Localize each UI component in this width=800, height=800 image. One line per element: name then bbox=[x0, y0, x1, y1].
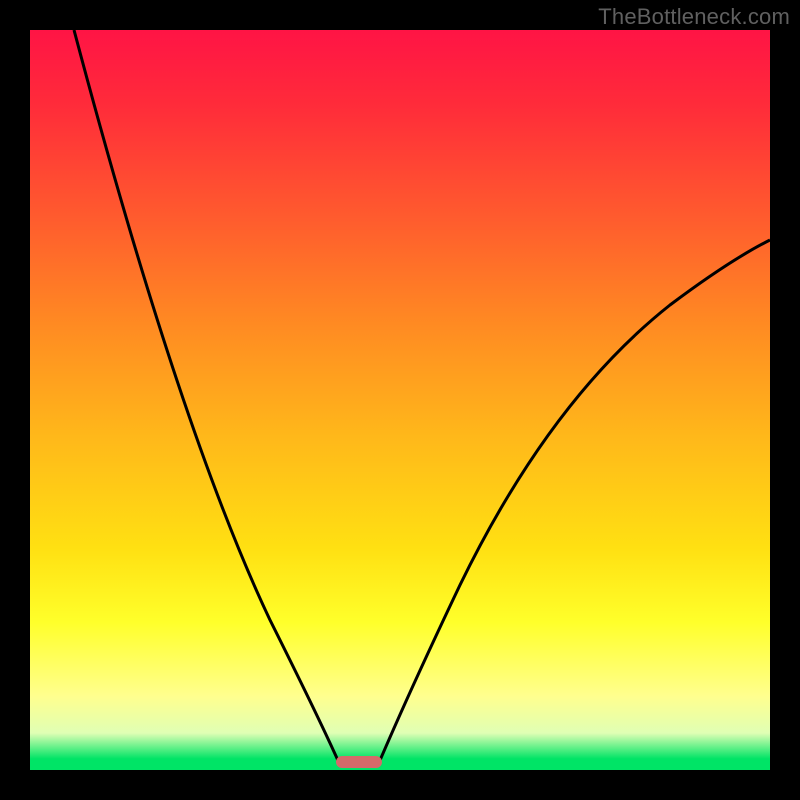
watermark-text: TheBottleneck.com bbox=[598, 4, 790, 30]
bottleneck-marker bbox=[336, 756, 382, 768]
curve-left bbox=[74, 30, 340, 765]
plot-area bbox=[30, 30, 770, 770]
bottleneck-curves bbox=[30, 30, 770, 770]
curve-right bbox=[378, 240, 770, 765]
chart-frame: TheBottleneck.com bbox=[0, 0, 800, 800]
